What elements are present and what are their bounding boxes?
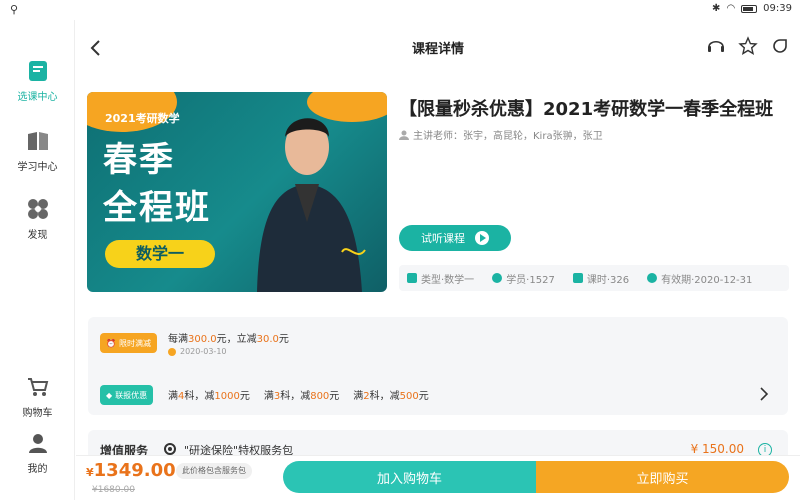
cover-title-line2: 全程班 bbox=[103, 188, 211, 228]
service-radio[interactable] bbox=[164, 443, 176, 455]
sidebar-item-study-center[interactable]: 学习中心 bbox=[0, 130, 75, 173]
clock-icon bbox=[647, 273, 658, 283]
chevron-right-icon[interactable] bbox=[758, 387, 770, 401]
package-note: 此价格包含服务包 bbox=[176, 463, 252, 479]
bundle-deals: 满4科，减1000元 满3科，减800元 满2科，减500元 bbox=[168, 387, 429, 402]
star-icon[interactable] bbox=[738, 36, 758, 56]
service-price: ¥ 150.00 bbox=[690, 442, 744, 456]
original-price: ¥1680.00 bbox=[92, 485, 135, 495]
students-icon bbox=[492, 273, 503, 283]
limited-discount-badge: ⏰ 限时满减 bbox=[100, 333, 157, 353]
cover-year: 2021考研数学 bbox=[105, 112, 180, 125]
usb-icon: ⚲ bbox=[10, 3, 19, 16]
battery-icon bbox=[741, 4, 758, 13]
status-bar: ⚲ ✱ ◠ 09:39 bbox=[0, 0, 800, 20]
teacher-icon bbox=[399, 130, 409, 140]
play-icon bbox=[475, 231, 489, 245]
sidebar-item-mine[interactable]: 我的 bbox=[0, 432, 75, 475]
sidebar-item-course-center[interactable]: 选课中心 bbox=[0, 60, 75, 103]
meta-students: 学员·1527 bbox=[492, 271, 555, 286]
course-title: 【限量秒杀优惠】2021考研数学一春季全程班 bbox=[399, 99, 774, 120]
try-course-button[interactable]: 试听课程 bbox=[399, 225, 511, 251]
sidebar-item-label: 购物车 bbox=[22, 408, 53, 419]
sidebar-item-cart[interactable]: 购物车 bbox=[0, 376, 75, 419]
header-actions bbox=[706, 36, 790, 56]
sidebar-item-discover[interactable]: 发现 bbox=[0, 198, 75, 241]
sidebar-item-label: 发现 bbox=[27, 230, 48, 241]
open-book-icon bbox=[27, 132, 48, 150]
share-icon[interactable] bbox=[770, 36, 790, 56]
book-icon bbox=[28, 61, 47, 81]
user-icon bbox=[28, 434, 47, 453]
teacher-portrait bbox=[257, 118, 366, 292]
sidebar: 选课中心 学习中心 发现 购物车 我的 bbox=[0, 20, 75, 500]
meta-valid: 有效期·2020-12-31 bbox=[647, 271, 752, 286]
discount-date: 2020-03-10 bbox=[168, 347, 227, 356]
meta-lessons: 课时·326 bbox=[572, 271, 629, 286]
action-buttons: 加入购物车 立即购买 bbox=[283, 461, 789, 493]
top-header: 课程详情 bbox=[76, 20, 800, 76]
bundle-discount-badge: ◆ 联报优惠 bbox=[100, 385, 154, 405]
discount-rule: 每满300.0元，立减30.0元 bbox=[168, 334, 289, 345]
bundle-deal: 满3科，减800元 bbox=[263, 391, 340, 402]
teachers-text: 主讲老师：张宇，高昆轮，Kira张翀，张卫 bbox=[413, 131, 603, 142]
sidebar-item-label: 学习中心 bbox=[17, 162, 58, 173]
cover-title-line1: 春季 bbox=[103, 140, 175, 180]
bottom-action-bar: ¥1349.00 ¥1680.00 此价格包含服务包 加入购物车 立即购买 bbox=[76, 455, 800, 500]
bundle-deal: 满2科，减500元 bbox=[353, 391, 429, 402]
cart-icon bbox=[27, 378, 48, 396]
meta-type: 类型·数学一 bbox=[407, 271, 474, 286]
tag-icon: ◆ bbox=[106, 390, 113, 400]
buy-now-button[interactable]: 立即购买 bbox=[536, 461, 789, 493]
status-time: 09:39 bbox=[763, 3, 792, 14]
status-right: ✱ ◠ 09:39 bbox=[712, 3, 792, 14]
layers-icon bbox=[407, 273, 417, 283]
current-price: ¥1349.00 bbox=[86, 460, 176, 481]
wifi-icon: ◠ bbox=[726, 3, 736, 14]
discover-icon bbox=[27, 199, 48, 219]
bluetooth-icon: ✱ bbox=[712, 3, 721, 14]
page-title: 课程详情 bbox=[411, 42, 464, 57]
course-meta: 类型·数学一 学员·1527 课时·326 有效期·2020-12-31 bbox=[399, 265, 789, 291]
bundle-deal: 满4科，减1000元 bbox=[168, 391, 250, 402]
customer-service-icon[interactable] bbox=[706, 36, 726, 56]
try-course-label: 试听课程 bbox=[421, 232, 465, 245]
cover-subject-tag: 数学一 bbox=[105, 240, 215, 268]
video-icon bbox=[572, 273, 583, 283]
sidebar-item-label: 选课中心 bbox=[17, 92, 58, 103]
alarm-icon: ⏰ bbox=[106, 338, 116, 348]
promotion-panel: ⏰ 限时满减 每满300.0元，立减30.0元 2020-03-10 ◆ 联报优… bbox=[88, 317, 788, 415]
coin-icon bbox=[168, 347, 176, 356]
sidebar-item-label: 我的 bbox=[27, 464, 48, 475]
course-cover: 2021考研数学 春季 全程班 数学一 bbox=[87, 92, 387, 292]
add-to-cart-button[interactable]: 加入购物车 bbox=[283, 461, 536, 493]
teachers-line: 主讲老师：张宇，高昆轮，Kira张翀，张卫 bbox=[399, 127, 603, 142]
